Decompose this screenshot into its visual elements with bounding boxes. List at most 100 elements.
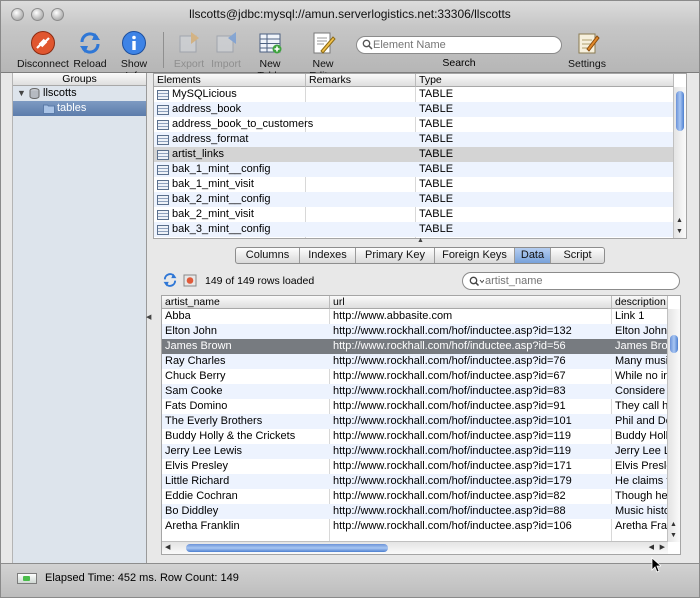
scroll-left-arrow-icon[interactable]: ◀ [165,543,170,551]
refresh-data-icon[interactable] [161,271,179,289]
artist-name-cell[interactable]: Elvis Presley [165,459,329,474]
artist-name-cell[interactable]: The Everly Brothers [165,414,329,429]
url-cell[interactable]: http://www.rockhall.com/hof/inductee.asp… [333,504,611,519]
url-cell[interactable]: http://www.rockhall.com/hof/inductee.asp… [333,399,611,414]
url-cell[interactable]: http://www.rockhall.com/hof/inductee.asp… [333,444,611,459]
table-row[interactable]: artist_links TABLE [154,147,674,162]
artist-name-cell[interactable]: Elton John [165,324,329,339]
scroll-down-arrow-icon[interactable]: ▼ [676,228,683,235]
artist-name-cell[interactable]: Aretha Franklin [165,519,329,534]
scroll-right-arrow-icon[interactable]: ▶ [660,543,665,551]
grid-vertical-scrollbar[interactable]: ▲ ▼ [667,309,680,542]
tab-primary-key[interactable]: Primary Key [356,248,435,263]
url-cell[interactable]: http://www.rockhall.com/hof/inductee.asp… [333,369,611,384]
tab-indexes[interactable]: Indexes [300,248,356,263]
artist-name-cell[interactable]: Buddy Holly & the Crickets [165,429,329,444]
scroll-thumb[interactable] [676,91,684,131]
element-search-input[interactable] [373,38,557,52]
column-header-url[interactable]: url [330,296,612,309]
url-cell[interactable]: http://www.rockhall.com/hof/inductee.asp… [333,324,611,339]
description-cell[interactable]: Link 1 [615,309,669,324]
artist-name-cell[interactable]: James Brown [165,339,329,354]
description-cell[interactable]: Though he [615,489,669,504]
table-row[interactable]: bak_1_mint_visit TABLE [154,177,674,192]
sidebar-item-tables[interactable]: tables [13,101,146,116]
table-row[interactable]: Fats Domino http://www.rockhall.com/hof/i… [162,399,668,414]
grid-horizontal-scrollbar[interactable]: ◀ ◀ ▶ [162,541,668,554]
url-cell[interactable]: http://www.rockhall.com/hof/inductee.asp… [333,474,611,489]
url-cell[interactable]: http://www.abbasite.com [333,309,611,324]
table-row[interactable]: Elvis Presley http://www.rockhall.com/hof… [162,459,669,474]
table-row[interactable]: Little Richard http://www.rockhall.com/ho… [162,474,669,489]
tab-data[interactable]: Data [515,248,551,263]
tab-columns[interactable]: Columns [236,248,300,263]
description-cell[interactable]: Elton John [615,324,669,339]
description-cell[interactable]: Considere [615,384,669,399]
tab-script[interactable]: Script [551,248,604,263]
table-row[interactable]: MySQLicious TABLE [154,87,674,102]
description-cell[interactable]: He claims t [615,474,669,489]
url-cell[interactable]: http://www.rockhall.com/hof/inductee.asp… [333,489,611,504]
artist-name-cell[interactable]: Eddie Cochran [165,489,329,504]
table-row[interactable]: address_book TABLE [154,102,674,117]
description-cell[interactable]: Many musi [615,354,669,369]
description-cell[interactable]: Jerry Lee L [615,444,669,459]
description-cell[interactable]: While no ir [615,369,669,384]
table-row[interactable]: Bo Diddley http://www.rockhall.com/hof/in… [162,504,669,519]
artist-name-cell[interactable]: Chuck Berry [165,369,329,384]
scroll-down-arrow-icon[interactable]: ▼ [670,532,677,539]
url-cell[interactable]: http://www.rockhall.com/hof/inductee.asp… [333,354,611,369]
description-cell[interactable]: They call h [615,399,669,414]
artist-name-cell[interactable]: Bo Diddley [165,504,329,519]
url-cell[interactable]: http://www.rockhall.com/hof/inductee.asp… [333,429,611,444]
table-row[interactable]: Ray Charles http://www.rockhall.com/hof/i… [162,354,668,369]
description-cell[interactable]: Aretha Fra [615,519,669,534]
table-row[interactable]: address_book_to_customers TABLE [154,117,674,132]
export-button[interactable]: Export [171,30,207,70]
column-header-type[interactable]: Type [416,74,674,87]
description-cell[interactable]: Elvis Presle [615,459,669,474]
description-cell[interactable]: Music histo [615,504,669,519]
elements-vertical-scrollbar[interactable]: ▲ ▼ [673,87,686,238]
split-handle-left-icon[interactable]: ◀ [146,313,151,321]
table-row[interactable]: Abba http://www.abbasite.com Link 1 [162,309,668,324]
table-row[interactable]: bak_3_mint__config TABLE [154,222,674,237]
table-row[interactable]: Eddie Cochran http://www.rockhall.com/hof… [162,489,668,504]
scroll-thumb[interactable] [186,544,388,552]
stop-loading-icon[interactable] [183,274,197,287]
sidebar-item-llscotts[interactable]: ▼ llscotts [13,86,146,101]
table-row[interactable]: Aretha Franklin http://www.rockhall.com/h… [162,519,668,534]
scroll-up-arrow-icon[interactable]: ▲ [676,217,683,224]
table-row[interactable]: Elton John http://www.rockhall.com/hof/in… [162,324,668,339]
url-cell[interactable]: http://www.rockhall.com/hof/inductee.asp… [333,339,611,354]
artist-name-cell[interactable]: Jerry Lee Lewis [165,444,329,459]
table-row[interactable]: address_format TABLE [154,132,674,147]
table-row[interactable]: Chuck Berry http://www.rockhall.com/hof/i… [162,369,668,384]
scroll-left-arrow-icon[interactable]: ◀ [649,543,654,551]
artist-name-cell[interactable]: Fats Domino [165,399,329,414]
settings-button[interactable]: Settings [565,30,609,70]
table-row[interactable]: bak_2_mint_visit TABLE [154,207,674,222]
split-handle-up-icon[interactable]: ▲ [417,237,424,244]
table-row[interactable]: Sam Cooke http://www.rockhall.com/hof/ind… [162,384,668,399]
url-cell[interactable]: http://www.rockhall.com/hof/inductee.asp… [333,414,611,429]
import-button[interactable]: Import [208,30,244,70]
table-row[interactable]: bak_1_mint__config TABLE [154,162,674,177]
table-row[interactable]: bak_2_mint__config TABLE [154,192,674,207]
element-search-field[interactable] [356,36,562,54]
table-row[interactable]: Jerry Lee Lewis http://www.rockhall.com/h… [162,444,669,459]
tab-foreign-keys[interactable]: Foreign Keys [435,248,515,263]
description-cell[interactable]: Phil and Do [615,414,669,429]
column-header-remarks[interactable]: Remarks [306,74,416,87]
description-cell[interactable]: Buddy Holl [615,429,669,444]
artist-name-cell[interactable]: Abba [165,309,329,324]
column-header-artist-name[interactable]: artist_name [162,296,330,309]
artist-name-cell[interactable]: Little Richard [165,474,329,489]
description-cell[interactable]: James Brow [615,339,669,354]
url-cell[interactable]: http://www.rockhall.com/hof/inductee.asp… [333,459,611,474]
reload-button[interactable]: Reload [73,30,107,70]
scroll-thumb[interactable] [670,335,678,353]
column-header-elements[interactable]: Elements [154,74,306,87]
table-row[interactable]: Buddy Holly & the Crickets http://www.roc… [162,429,668,444]
column-header-description[interactable]: description [612,296,668,309]
